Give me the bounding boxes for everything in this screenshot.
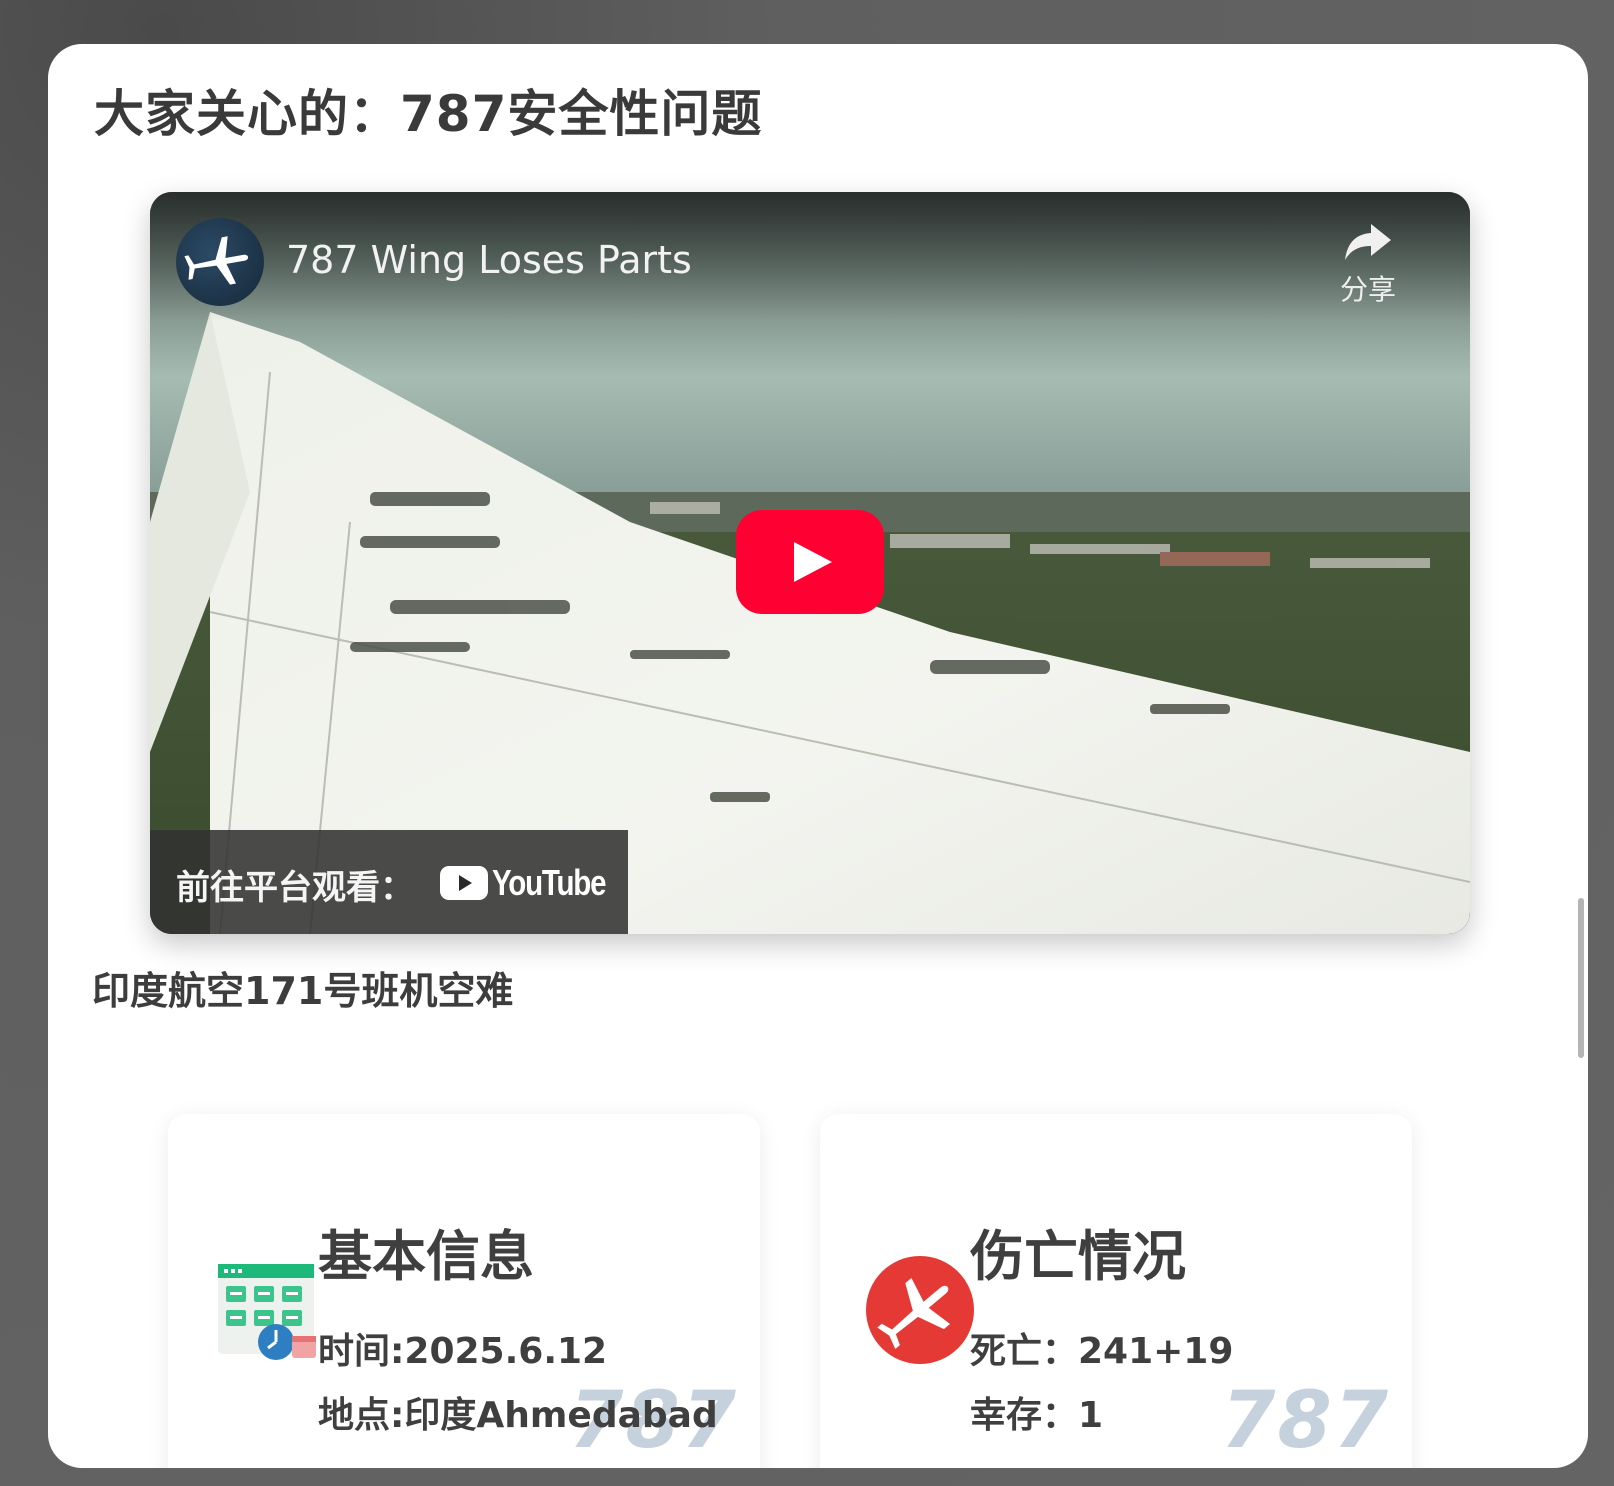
location-text: 地点:印度Ahmedabad bbox=[318, 1395, 718, 1436]
watch-on-label: 前往平台观看： bbox=[176, 868, 414, 908]
airplane-icon bbox=[184, 236, 249, 285]
calendar-clock-icon bbox=[218, 1264, 316, 1360]
channel-avatar[interactable] bbox=[176, 218, 264, 306]
scrollbar-thumb[interactable] bbox=[1578, 898, 1584, 1058]
section-title: 印度航空171号班机空难 bbox=[92, 969, 514, 1013]
play-button[interactable] bbox=[736, 510, 884, 614]
scrollbar[interactable] bbox=[1574, 44, 1588, 1468]
card-title-basic: 基本信息 bbox=[318, 1225, 534, 1288]
share-button[interactable]: 分享 bbox=[1328, 222, 1408, 308]
video-embed[interactable]: 787 Wing Loses Parts 分享 前往平台观看： YouTube bbox=[150, 192, 1470, 934]
card-title-casualties: 伤亡情况 bbox=[970, 1225, 1186, 1288]
survivor-count-text: 幸存：1 bbox=[970, 1395, 1104, 1436]
youtube-wordmark: YouTube bbox=[492, 862, 607, 903]
video-title[interactable]: 787 Wing Loses Parts bbox=[286, 238, 692, 282]
death-count-text: 死亡：241+19 bbox=[970, 1331, 1234, 1372]
info-card-basic: 基本信息 787 时间:2025.6.12 地点:印度Ahmedabad bbox=[168, 1114, 760, 1468]
youtube-play-icon bbox=[440, 866, 488, 900]
play-icon bbox=[794, 542, 832, 582]
plane-crash-icon bbox=[866, 1256, 974, 1364]
info-card-casualties: 伤亡情况 787 死亡：241+19 幸存：1 bbox=[820, 1114, 1412, 1468]
share-label: 分享 bbox=[1339, 273, 1396, 306]
date-text: 时间:2025.6.12 bbox=[318, 1331, 608, 1372]
share-icon bbox=[1345, 224, 1391, 260]
watch-on-youtube-link[interactable]: 前往平台观看： YouTube bbox=[150, 830, 628, 934]
page-title: 大家关心的：787安全性问题 bbox=[94, 85, 763, 143]
article-modal: 大家关心的：787安全性问题 787 Wing Loses Parts 分享 前… bbox=[48, 44, 1588, 1468]
card-watermark: 787 bbox=[1221, 1376, 1390, 1466]
